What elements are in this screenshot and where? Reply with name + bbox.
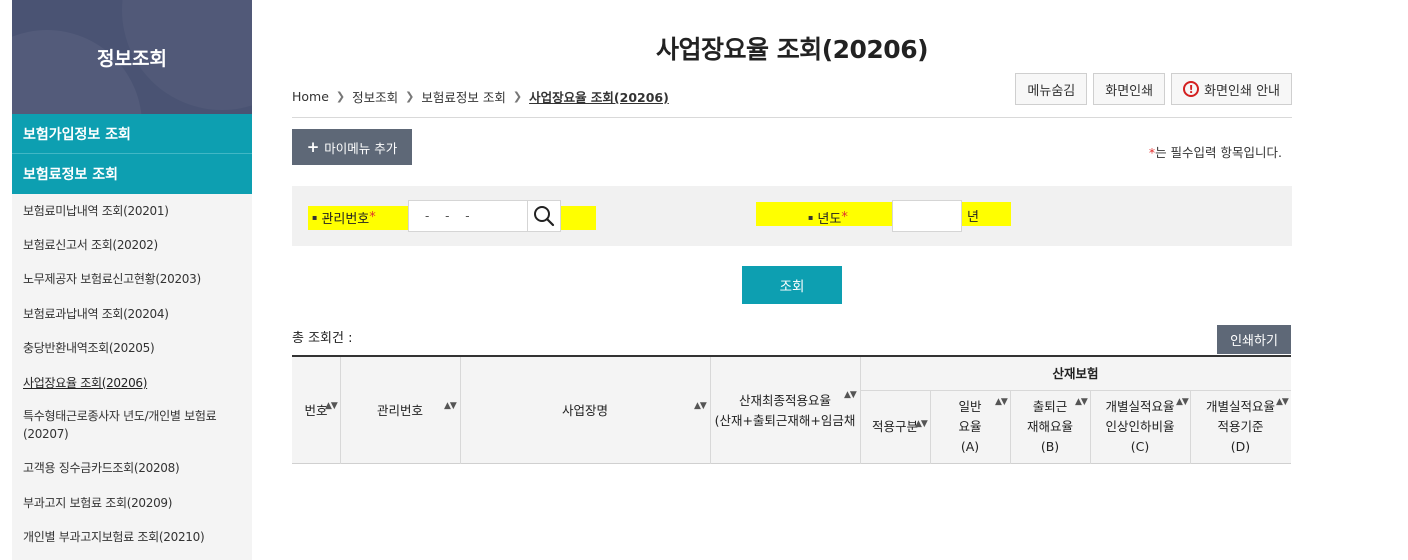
page-title: 사업장요율 조회(20206) — [655, 35, 929, 64]
year-label: ▪ 년도 * — [808, 208, 848, 227]
mgmt-no-label-text: 관리번호 — [321, 212, 370, 227]
sort-icon[interactable]: ▲▼ — [915, 419, 928, 429]
header-divider — [292, 117, 1292, 118]
col-group-industrial-insurance: 산재보험 — [1052, 365, 1099, 381]
breadcrumb: Home ❯ 정보조회 ❯ 보험료정보 조회 ❯ 사업장요율 조회(20206) — [292, 87, 669, 106]
sort-icon[interactable]: ▲▼ — [444, 401, 457, 411]
required-field-note: *는 필수입력 항목입니다. — [1149, 142, 1282, 161]
col-header-final-rate[interactable]: 산재최종적용요율 (산재+출퇴근재해+임금채 — [710, 357, 860, 464]
app-root: 정보조회 보험가입정보 조회 보험료정보 조회 보험료미납내역 조회(20201… — [0, 0, 1408, 560]
required-star: * — [841, 210, 848, 225]
sort-icon[interactable]: ▲▼ — [1075, 397, 1088, 407]
year-label-text: 년도 — [817, 212, 842, 227]
sidebar-item-20210[interactable]: 개인별 부과고지보험료 조회(20210) — [12, 520, 252, 555]
breadcrumb-info[interactable]: 정보조회 — [352, 87, 398, 106]
chevron-right-icon: ❯ — [405, 90, 415, 103]
sidebar-item-20203[interactable]: 노무제공자 보험료신고현황(20203) — [12, 262, 252, 297]
print-screen-button[interactable]: 화면인쇄 — [1093, 73, 1166, 105]
sort-icon[interactable]: ▲▼ — [1176, 397, 1189, 407]
bullet-icon: ▪ — [808, 213, 814, 222]
print-guide-label: 화면인쇄 안내 — [1204, 83, 1280, 99]
sidebar-item-20204[interactable]: 보험료과납내역 조회(20204) — [12, 296, 252, 331]
sort-icon[interactable]: ▲▼ — [844, 390, 857, 400]
results-table-header: 번호 ▲▼ 관리번호 ▲▼ 사업장명 ▲▼ 산재최종적용요율 (산재+출퇴근재해… — [292, 355, 1291, 464]
sidebar-item-20201[interactable]: 보험료미납내역 조회(20201) — [12, 194, 252, 227]
col-header-merit-rate[interactable]: 개별실적요율 인상인하비율 (C) — [1090, 390, 1190, 464]
mgmt-no-label: ▪ 관리번호 * — [312, 208, 376, 227]
sidebar-item-20205[interactable]: 충당반환내역조회(20205) — [12, 331, 252, 366]
chevron-right-icon: ❯ — [512, 90, 523, 103]
sidebar-item-20209[interactable]: 부과고지 보험료 조회(20209) — [12, 485, 252, 520]
col-header-mgmt-no[interactable]: 관리번호 — [340, 357, 460, 464]
bullet-icon: ▪ — [312, 213, 318, 222]
mgmt-no-search-button[interactable] — [527, 200, 561, 232]
print-button[interactable]: 인쇄하기 — [1217, 325, 1291, 354]
page-toolbar: 메뉴숨김 화면인쇄 ! 화면인쇄 안내 — [1015, 73, 1292, 105]
sidebar-menu-list: 보험료미납내역 조회(20201) 보험료신고서 조회(20202) 노무제공자… — [12, 194, 252, 554]
sort-icon[interactable]: ▲▼ — [1276, 397, 1289, 407]
hide-menu-button[interactable]: 메뉴숨김 — [1015, 73, 1088, 105]
plus-icon: + — [306, 138, 320, 156]
year-input[interactable] — [892, 200, 962, 232]
add-mymenu-label: 마이메뉴 추가 — [324, 140, 398, 156]
breadcrumb-premium[interactable]: 보험료정보 조회 — [421, 87, 505, 106]
print-guide-button[interactable]: ! 화면인쇄 안내 — [1171, 73, 1292, 105]
alert-circle-icon: ! — [1183, 81, 1200, 97]
sidebar-header: 정보조회 — [12, 0, 252, 114]
sidebar-category-premium-info[interactable]: 보험료정보 조회 — [12, 154, 252, 194]
sidebar: 정보조회 보험가입정보 조회 보험료정보 조회 보험료미납내역 조회(20201… — [12, 0, 252, 560]
sort-icon[interactable]: ▲▼ — [694, 401, 707, 411]
required-star: * — [369, 210, 376, 225]
search-icon — [534, 206, 555, 227]
required-note-text: 는 필수입력 항목입니다. — [1155, 145, 1282, 160]
sidebar-item-20206[interactable]: 사업장요율 조회(20206) — [12, 365, 252, 400]
sidebar-item-20208[interactable]: 고객용 징수금카드조회(20208) — [12, 451, 252, 486]
sort-icon[interactable]: ▲▼ — [325, 401, 338, 411]
breadcrumb-current: 사업장요율 조회(20206) — [529, 90, 669, 105]
sidebar-title: 정보조회 — [97, 47, 167, 70]
year-unit: 년 — [967, 210, 979, 225]
add-mymenu-button[interactable]: + 마이메뉴 추가 — [292, 129, 412, 165]
sidebar-item-20207[interactable]: 특수형태근로종사자 년도/개인별 보험료(20207) — [12, 400, 252, 451]
chevron-right-icon: ❯ — [335, 90, 346, 103]
sidebar-category-insurance-info[interactable]: 보험가입정보 조회 — [12, 114, 252, 154]
sort-icon[interactable]: ▲▼ — [995, 397, 1008, 407]
query-button[interactable]: 조회 — [742, 266, 842, 304]
sidebar-item-20202[interactable]: 보험료신고서 조회(20202) — [12, 227, 252, 262]
col-header-site-name[interactable]: 사업장명 — [460, 357, 710, 464]
breadcrumb-home[interactable]: Home — [292, 89, 329, 104]
mgmt-no-input[interactable]: - - - — [408, 200, 528, 232]
total-count-label: 총 조회건 : — [292, 331, 353, 346]
